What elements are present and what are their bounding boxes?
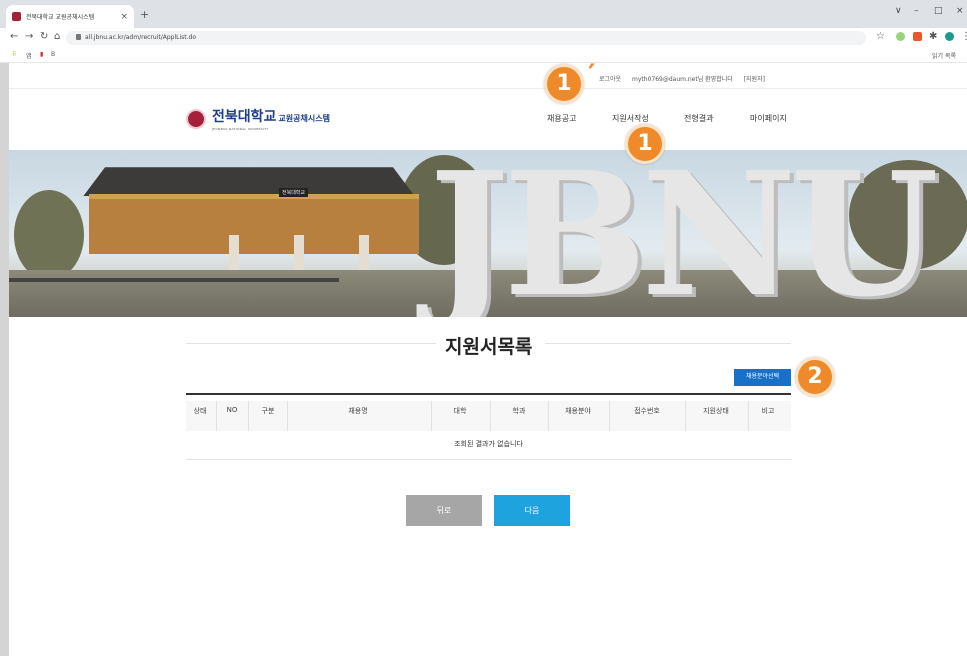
left-edge (0, 63, 9, 656)
jbnu-sign: JBNU (429, 150, 939, 317)
close-tab-icon[interactable]: × (120, 12, 128, 22)
bookmark-item[interactable]: 앱 (26, 51, 32, 60)
url-field[interactable]: all.jbnu.ac.kr/adm/recruit/ApplList.do (66, 31, 866, 45)
title-divider-right (545, 343, 791, 344)
column-header: 채용분야 (565, 407, 591, 415)
profile-avatar-icon[interactable] (945, 32, 954, 41)
menu-icon[interactable]: ⋮ (961, 31, 967, 42)
column-header: 접수번호 (634, 407, 660, 415)
minimize-icon[interactable]: – (914, 6, 919, 16)
university-seal-icon (186, 108, 206, 129)
reading-list[interactable]: 읽기 목록 (932, 51, 956, 60)
column-header: 대학 (453, 407, 467, 415)
select-field-button[interactable]: 채용분야선택 (734, 369, 791, 386)
tab-search-icon[interactable]: ∨ (895, 6, 902, 16)
column-header: 학과 (512, 407, 526, 415)
reload-icon[interactable]: ↻ (40, 31, 48, 42)
column-header: 비고 (761, 407, 775, 415)
step-marker-2: 2 (795, 357, 835, 397)
applicant-link[interactable]: [지원자] (744, 76, 765, 83)
bookmark-item[interactable]: B (51, 51, 55, 58)
empty-result-message: 조회된 결과가 없습니다 (454, 440, 523, 448)
prime-mark: ′ (588, 58, 596, 91)
step-marker-1-prime: 1 (544, 64, 584, 104)
logout-link[interactable]: 로그아웃 (599, 76, 621, 83)
forward-icon[interactable]: → (25, 31, 33, 42)
apps-icon[interactable]: ⠿ (12, 51, 16, 58)
logo-title: 전북대학교 (212, 109, 277, 125)
browser-tabstrip: 전북대학교 교원공채시스템 × + ∨ – □ × (0, 0, 967, 28)
bookmark-item[interactable]: ▮ (40, 51, 43, 58)
application-table: 상태 NO 구분 채용명 대학 학과 채용분야 접수번호 지원상태 비고 조회된… (186, 393, 791, 460)
top-utility-bar (9, 63, 967, 89)
nav-application-form[interactable]: 지원서작성 (612, 113, 649, 124)
next-button[interactable]: 다음 (494, 495, 570, 526)
nav-recruitment-notice[interactable]: 채용공고 (547, 113, 576, 124)
table-header (186, 401, 791, 431)
extension-green-icon[interactable] (896, 32, 905, 41)
back-icon[interactable]: ← (10, 31, 18, 42)
tab-title: 전북대학교 교원공채시스템 (26, 14, 95, 21)
logo-subtitle: 교원공채시스템 (278, 114, 330, 123)
column-header: NO (226, 406, 238, 414)
maximize-icon[interactable]: □ (934, 6, 943, 16)
site-header (9, 90, 967, 150)
site-logo[interactable]: 전북대학교 교원공채시스템 JEONBUK NATIONAL UNIVERSITY (186, 106, 330, 131)
home-icon[interactable]: ⌂ (54, 31, 60, 42)
lock-icon (76, 34, 81, 40)
column-header: 상태 (193, 407, 207, 415)
column-header: 지원상태 (703, 407, 729, 415)
column-header: 구분 (261, 407, 275, 415)
nav-mypage[interactable]: 마이페이지 (750, 113, 787, 124)
star-icon[interactable]: ☆ (876, 31, 885, 42)
title-divider-left (186, 343, 436, 344)
step-marker-1: 1 (625, 124, 665, 164)
welcome-text: myth0769@daum.net님 환영합니다 (632, 76, 733, 83)
new-tab-icon[interactable]: + (140, 8, 149, 21)
logo-english: JEONBUK NATIONAL UNIVERSITY (212, 127, 269, 131)
page-title: 지원서목록 (445, 336, 533, 358)
close-window-icon[interactable]: × (956, 6, 964, 16)
column-header: 채용명 (348, 407, 368, 415)
nav-results[interactable]: 전형결과 (684, 113, 713, 124)
bookmarks-bar: ⠿ 앱 ▮ B 읽기 목록 (0, 47, 967, 63)
campus-banner: 전북대학교 JBNU (9, 150, 967, 317)
user-links: 로그아웃 myth0769@daum.net님 환영합니다 [지원자] (599, 74, 774, 83)
url-text: all.jbnu.ac.kr/adm/recruit/ApplList.do (85, 34, 197, 41)
gate-plaque: 전북대학교 (279, 188, 309, 197)
puzzle-icon[interactable]: ✱ (929, 31, 937, 42)
browser-tab[interactable]: 전북대학교 교원공채시스템 × (6, 5, 134, 28)
back-button[interactable]: 뒤로 (406, 495, 482, 526)
favicon-icon (12, 12, 21, 21)
extension-orange-icon[interactable] (913, 32, 922, 41)
